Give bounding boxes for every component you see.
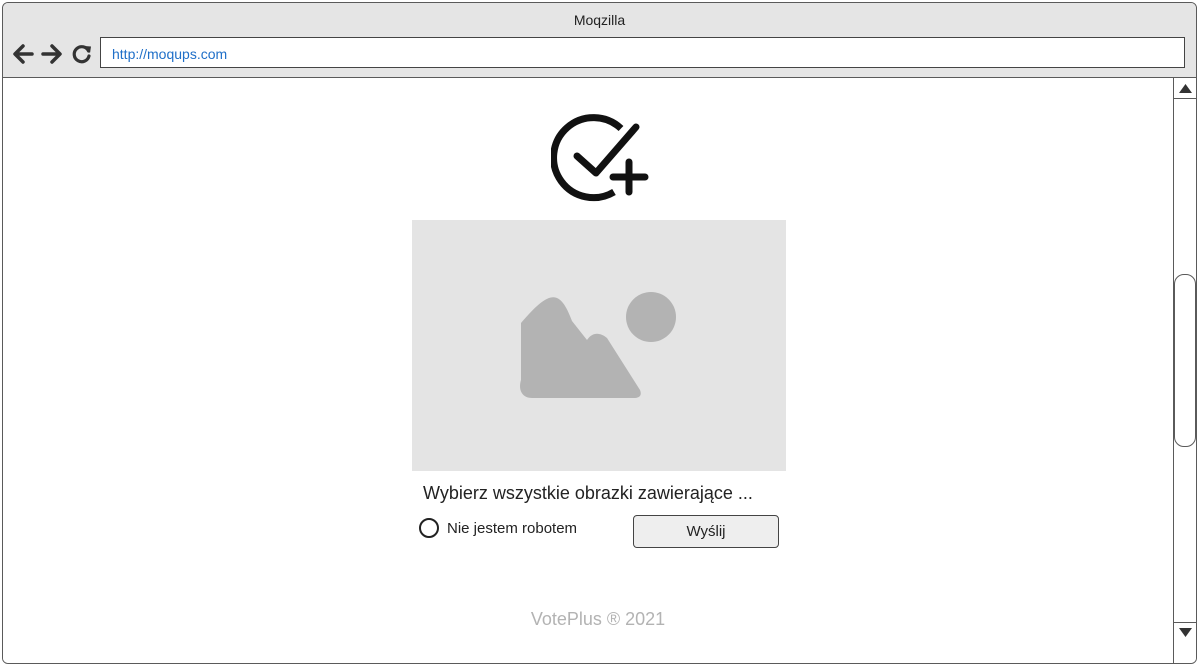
footer-copyright: VotePlus ® 2021 <box>530 609 666 629</box>
back-button[interactable] <box>11 42 35 66</box>
scroll-thumb[interactable] <box>1174 274 1196 447</box>
submit-button[interactable]: Wyślij <box>633 515 779 548</box>
url-text: http://moqups.com <box>112 46 228 62</box>
captcha-instruction: Wybierz wszystkie obrazki zawierające ..… <box>423 483 753 503</box>
triangle-up-icon <box>1179 84 1192 93</box>
window-title: Moqzilla <box>573 12 626 28</box>
forward-button[interactable] <box>40 42 64 66</box>
browser-chrome: Moqzilla http://moqups.com <box>3 3 1196 78</box>
not-robot-label[interactable]: Nie jestem robotem <box>447 520 577 537</box>
url-bar[interactable]: http://moqups.com <box>100 37 1185 68</box>
page-content: Wybierz wszystkie obrazki zawierające ..… <box>3 78 1173 663</box>
scroll-up-button[interactable] <box>1174 78 1196 99</box>
vertical-scrollbar[interactable] <box>1173 78 1196 663</box>
captcha-image <box>412 220 786 471</box>
scroll-down-button[interactable] <box>1174 622 1196 643</box>
reload-icon <box>72 45 91 64</box>
arrow-left-icon <box>13 44 34 64</box>
triangle-down-icon <box>1179 628 1192 637</box>
browser-window: Moqzilla http://moqups.com Wybierz wszys… <box>2 2 1197 664</box>
check-circle-plus-icon <box>551 114 649 202</box>
arrow-right-icon <box>41 44 62 64</box>
image-placeholder-icon <box>520 292 676 398</box>
reload-button[interactable] <box>70 42 94 66</box>
not-robot-radio[interactable] <box>419 518 439 538</box>
